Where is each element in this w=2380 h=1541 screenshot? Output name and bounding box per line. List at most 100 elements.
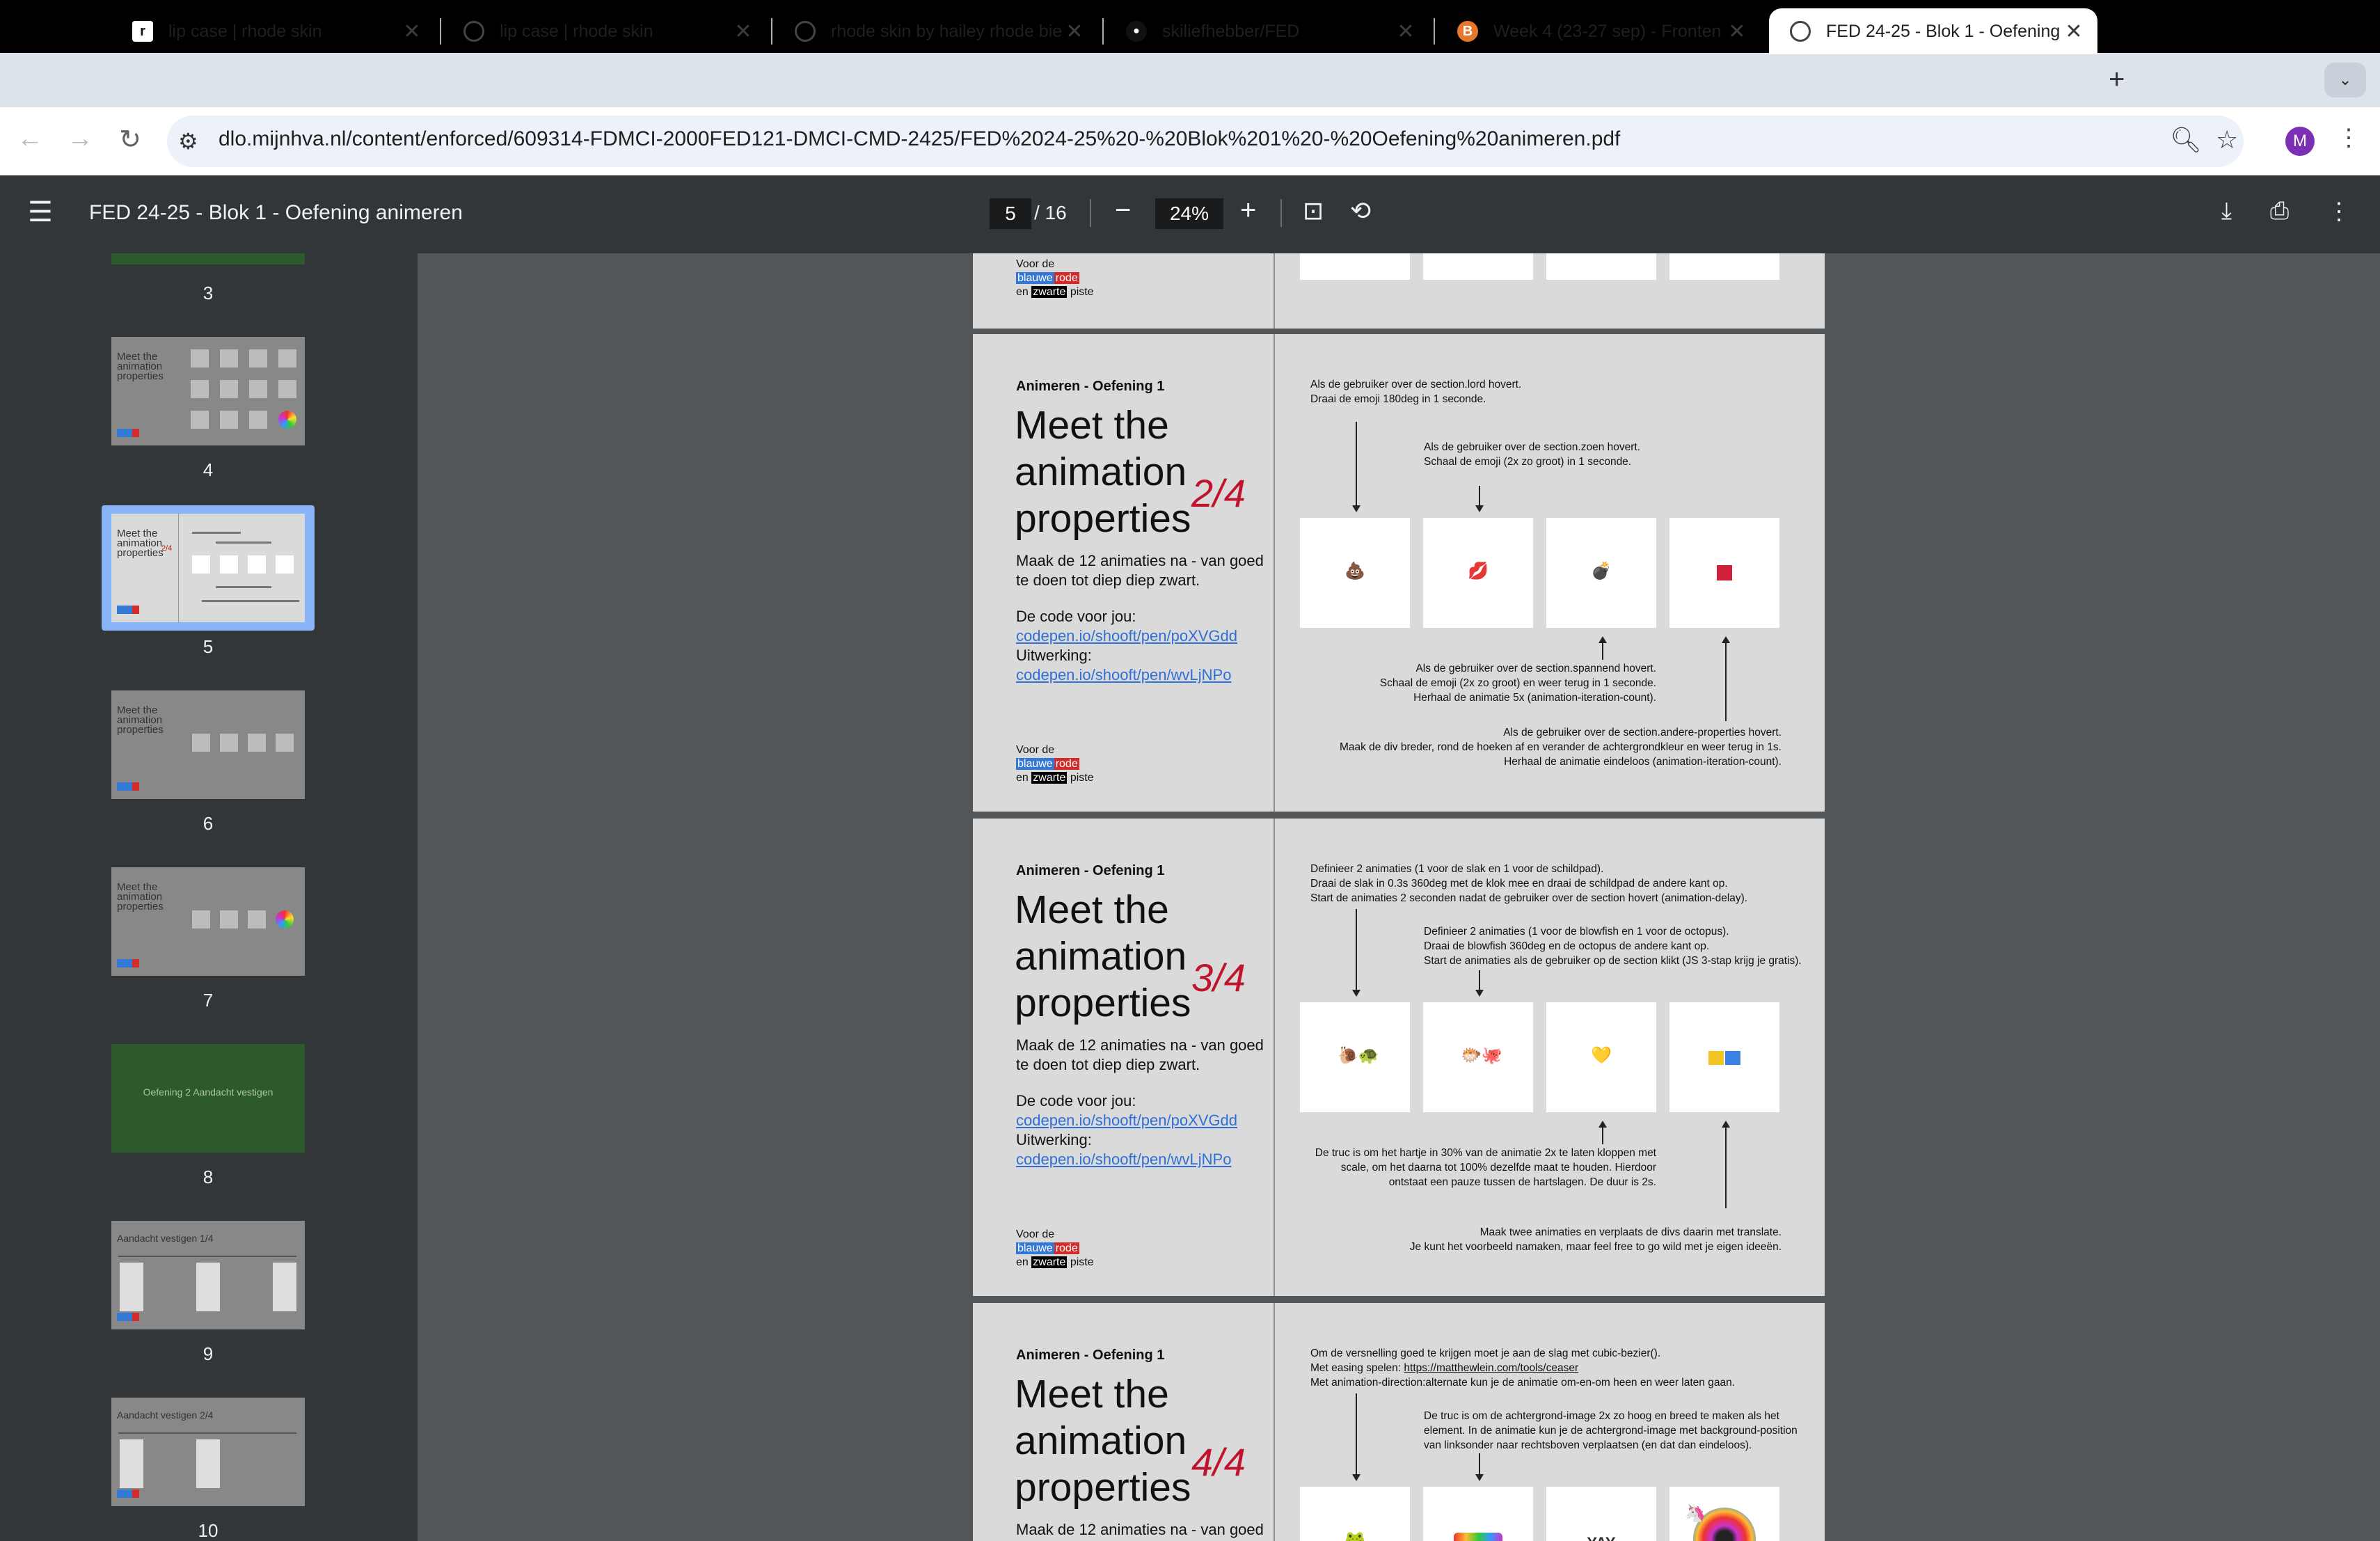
thumbnail-page-10[interactable]: Aandacht vestigen 2/4	[111, 1398, 305, 1506]
page-kicker: Animeren - Oefening 1	[1016, 379, 1165, 394]
brand-zwarte: zwarte	[1031, 286, 1068, 298]
tab-close-icon[interactable]: ✕	[2061, 19, 2086, 44]
demo-box	[1423, 253, 1533, 280]
demo-box	[1423, 1487, 1533, 1541]
note-line: ontstaat een pauze tussen de hartslagen.…	[1388, 1176, 1656, 1188]
back-arrow-icon[interactable]: ←	[13, 124, 47, 154]
globe-icon	[1790, 21, 1811, 42]
tab-close-icon[interactable]: ✕	[1724, 19, 1750, 44]
browser-tab-active[interactable]: FED 24-25 - Blok 1 - Oefening ✕	[1769, 8, 2097, 54]
thumbnail-box	[248, 910, 266, 928]
tab-close-icon[interactable]: ✕	[731, 19, 756, 44]
thumbnail-box	[249, 411, 267, 429]
rainbow-gradient-block	[1454, 1533, 1502, 1541]
blowfish-octopus-emoji: 🐡🐙	[1461, 1046, 1502, 1065]
tab-title: Week 4 (23-27 sep) - Fronten	[1493, 21, 1722, 41]
arrow-down	[1475, 1453, 1484, 1481]
site-info-icon[interactable]: ⚙	[178, 128, 198, 155]
url-text[interactable]: dlo.mijnhva.nl/content/enforced/609314-F…	[219, 127, 1620, 151]
tab-close-icon[interactable]: ✕	[1062, 19, 1087, 44]
result-link[interactable]: codepen.io/shooft/pen/wvLjNPo	[1016, 666, 1231, 683]
result-link[interactable]: codepen.io/shooft/pen/wvLjNPo	[1016, 1151, 1231, 1168]
page-divider	[1274, 334, 1275, 812]
rotate-icon[interactable]: ⟲	[1350, 196, 1371, 226]
browser-tab[interactable]: lip case | rhode skin ✕	[443, 8, 767, 54]
thumbnail-page-6[interactable]: Meet the animation properties	[111, 690, 305, 799]
tab-separator	[1434, 18, 1435, 45]
reload-icon[interactable]: ↻	[113, 124, 148, 155]
code-link[interactable]: codepen.io/shooft/pen/poXVGdd	[1016, 627, 1237, 645]
brand-text: piste	[1070, 286, 1094, 298]
piste-logo: Voor de blauwe rode en zwarte piste	[1016, 743, 1094, 785]
browser-tab[interactable]: ● skiliefhebber/FED ✕	[1105, 8, 1429, 54]
brand-rode: rode	[1054, 758, 1079, 770]
zoom-in-icon[interactable]: +	[1240, 195, 1256, 226]
title-line: animation	[1015, 1418, 1187, 1463]
thumbnail-page-9[interactable]: Aandacht vestigen 1/4	[111, 1221, 305, 1329]
easing-link[interactable]: https://matthewlein.com/tools/ceaser	[1404, 1362, 1578, 1374]
browser-tab[interactable]: r lip case | rhode skin ✕	[111, 8, 436, 54]
new-tab-button[interactable]: +	[2109, 64, 2125, 95]
thumbnail-label: 8	[203, 1167, 214, 1187]
zoom-out-icon[interactable]: −	[1115, 195, 1131, 226]
thumbnail-box	[278, 380, 296, 398]
instruction-note: Als de gebruiker over de section.andere-…	[1340, 725, 1782, 769]
brand-rode: rode	[1054, 1242, 1079, 1254]
thumbnail-page-8[interactable]: Oefening 2 Aandacht vestigen	[111, 1044, 305, 1153]
zoom-icon[interactable]: 🔍︎	[2170, 125, 2202, 155]
download-icon[interactable]: ⤓	[2221, 198, 2232, 225]
title-line: properties	[1015, 981, 1191, 1025]
heart-emoji: 💛	[1591, 1046, 1612, 1065]
thumbnail-box	[196, 1263, 220, 1311]
page-kicker: Animeren - Oefening 1	[1016, 863, 1165, 878]
code-label: De code voor jou:	[1016, 608, 1136, 625]
page-divider	[1274, 819, 1275, 1296]
thumbnail-fraction: 2/4	[161, 544, 173, 553]
thumbnail-box	[273, 1263, 296, 1311]
zoom-level-input[interactable]: 24%	[1155, 198, 1223, 229]
thumbnail-page-5-selected[interactable]: Meet the animation properties 2/4	[111, 514, 305, 622]
page-number-input[interactable]: 5	[990, 198, 1031, 229]
note-line: Herhaal de animatie eindeloos (animation…	[1504, 756, 1782, 768]
thumbnail-page-4[interactable]: Meet the animation properties	[111, 337, 305, 445]
result-label: Uitwerking:	[1016, 1131, 1092, 1148]
thumbnail-logo	[117, 1489, 132, 1498]
thumbnail-box	[120, 1439, 143, 1488]
note-line: Je kunt het voorbeeld namaken, maar feel…	[1409, 1241, 1782, 1253]
tab-close-icon[interactable]: ✕	[399, 19, 425, 44]
bookmark-star-icon[interactable]: ☆	[2216, 125, 2238, 155]
brand-text: Voor de	[1016, 258, 1055, 270]
thumbnail-label: 5	[203, 636, 214, 657]
code-link[interactable]: codepen.io/shooft/pen/poXVGdd	[1016, 1112, 1237, 1129]
snail-turtle-emoji: 🐌🐢	[1338, 1046, 1379, 1065]
more-options-icon[interactable]: ⋮	[2327, 198, 2351, 226]
arrow-up	[1722, 636, 1730, 721]
thumbnail-page-3[interactable]	[111, 253, 305, 264]
toolbar-divider	[1280, 199, 1282, 227]
demo-box	[1546, 253, 1656, 280]
thumbnail-page-7[interactable]: Meet the animation properties	[111, 867, 305, 976]
forward-arrow-icon[interactable]: →	[63, 124, 97, 154]
thumbnail-box	[120, 1263, 143, 1311]
page-kicker: Animeren - Oefening 1	[1016, 1348, 1165, 1363]
page-title: Meet the animation properties	[1015, 1371, 1191, 1511]
arrow-down	[1475, 486, 1484, 512]
browser-menu-icon[interactable]: ⋮	[2337, 124, 2361, 152]
note-line: De truc is om de achtergrond-image 2x zo…	[1424, 1410, 1779, 1422]
fit-to-page-icon[interactable]: ⊡	[1303, 196, 1324, 226]
hamburger-menu-icon[interactable]: ☰	[28, 196, 53, 228]
note-line: Als de gebruiker over de section.andere-…	[1503, 727, 1782, 738]
brand-text: Voor de	[1016, 1228, 1055, 1240]
profile-avatar[interactable]: M	[2285, 127, 2315, 156]
frog-emoji: 🐸	[1344, 1531, 1365, 1541]
tab-search-chevron-icon[interactable]: ⌄	[2324, 63, 2366, 97]
tab-strip	[0, 53, 2380, 107]
print-icon[interactable]: ⎙	[2270, 198, 2289, 225]
browser-tab[interactable]: B Week 4 (23-27 sep) - Fronten ✕	[1436, 8, 1761, 54]
title-line: animation	[1015, 934, 1187, 979]
note-line: Om de versnelling goed te krijgen moet j…	[1310, 1348, 1661, 1359]
tab-close-icon[interactable]: ✕	[1393, 19, 1418, 44]
browser-tab[interactable]: rhode skin by hailey rhode bie ✕	[774, 8, 1098, 54]
arrow-up	[1598, 1121, 1607, 1144]
blue-block	[1725, 1051, 1740, 1065]
